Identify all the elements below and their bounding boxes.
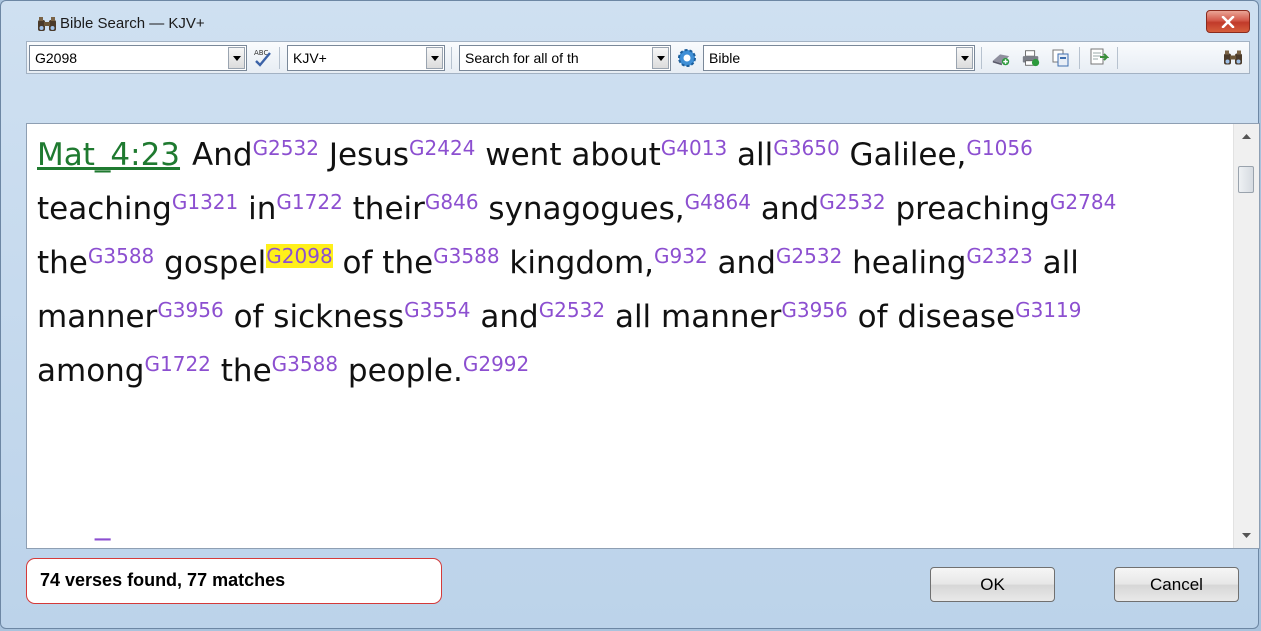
verse-word: synagogues, <box>478 191 685 227</box>
strongs-number[interactable]: G3956 <box>781 298 847 322</box>
verse-word: teaching <box>37 191 172 227</box>
verse-word: of the <box>332 245 434 281</box>
chevron-down-icon <box>1242 533 1251 538</box>
strongs-number[interactable]: G846 <box>425 190 479 214</box>
search-scope-value: Bible <box>709 50 741 66</box>
verse-reference-link[interactable]: Mat_4:23 <box>37 137 180 173</box>
verse-word: among <box>37 353 145 389</box>
strongs-number[interactable]: G3588 <box>88 244 154 268</box>
chevron-down-icon[interactable] <box>228 47 245 69</box>
toolbar-separator <box>451 47 452 69</box>
scroll-down-button[interactable] <box>1234 524 1259 548</box>
strongs-number[interactable]: G1722 <box>276 190 342 214</box>
strongs-number[interactable]: G2424 <box>409 136 475 160</box>
strongs-number[interactable]: G3119 <box>1015 298 1081 322</box>
export-icon[interactable] <box>1089 47 1109 67</box>
scroll-thumb[interactable] <box>1238 166 1254 193</box>
strongs-number[interactable]: G1056 <box>966 136 1032 160</box>
strongs-number[interactable]: G1722 <box>145 352 211 376</box>
search-mode-combo[interactable]: Search for all of th <box>459 45 671 71</box>
toolbar-separator <box>279 47 280 69</box>
strongs-number[interactable]: G2532 <box>253 136 319 160</box>
verse-word: And <box>192 137 253 173</box>
gear-icon[interactable] <box>677 48 697 68</box>
verse-word: healing <box>842 245 967 281</box>
print-icon[interactable] <box>1021 48 1041 68</box>
search-mode-value: Search for all of th <box>465 50 579 66</box>
ok-button[interactable]: OK <box>930 567 1055 602</box>
verse-word: the <box>37 245 88 281</box>
verse-word: and <box>707 245 776 281</box>
verse-word: Jesus <box>318 137 409 173</box>
toolbar-separator <box>1117 47 1118 69</box>
verse-word: of disease <box>847 299 1016 335</box>
chevron-down-icon[interactable] <box>426 47 443 69</box>
window-title: Bible Search — KJV+ <box>60 15 205 32</box>
chevron-down-icon[interactable] <box>652 47 669 69</box>
close-icon <box>1221 15 1235 28</box>
next-verse-reference: Mat_4:23 <box>37 534 180 541</box>
next-verse-peek: Mat_4:23 <box>37 534 1217 548</box>
strongs-number[interactable]: G2532 <box>539 298 605 322</box>
strongs-number[interactable]: G3588 <box>272 352 338 376</box>
chevron-up-icon <box>1242 134 1251 139</box>
search-term-combo[interactable]: G2098 <box>29 45 247 71</box>
verse-text: Mat_4:23 AndG2532 JesusG2424 went aboutG4… <box>37 130 1217 400</box>
cancel-button[interactable]: Cancel <box>1114 567 1239 602</box>
verse-word: all manner <box>605 299 782 335</box>
binoculars-icon <box>38 17 56 31</box>
version-combo[interactable]: KJV+ <box>287 45 445 71</box>
strongs-number[interactable]: G3956 <box>157 298 223 322</box>
binoculars-icon[interactable] <box>1223 48 1243 68</box>
toolbar-separator <box>981 47 982 69</box>
chevron-down-icon[interactable] <box>956 47 973 69</box>
verse-word: went about <box>475 137 661 173</box>
library-icon[interactable] <box>991 48 1011 68</box>
verse-word: their <box>342 191 425 227</box>
verse-word: the <box>210 353 272 389</box>
status-summary: 74 verses found, 77 matches <box>26 558 442 604</box>
bible-search-dialog: Bible Search — KJV+ G2098 ABC KJV+ Searc… <box>0 0 1260 629</box>
spell-check-icon[interactable]: ABC <box>253 47 273 67</box>
results-pane[interactable]: Mat_4:23 AndG2532 JesusG2424 went aboutG4… <box>26 123 1260 549</box>
strongs-number[interactable]: G2992 <box>463 352 529 376</box>
strongs-number[interactable]: G1321 <box>172 190 238 214</box>
verse-word: people. <box>338 353 463 389</box>
verse-word: Galilee, <box>839 137 967 173</box>
verse-word: gospel <box>154 245 267 281</box>
search-term-value: G2098 <box>35 50 78 66</box>
scroll-up-button[interactable] <box>1234 124 1259 148</box>
strongs-number[interactable]: G4864 <box>685 190 751 214</box>
strongs-number[interactable]: G3650 <box>773 136 839 160</box>
verse-tokens: AndG2532 JesusG2424 went aboutG4013 allG… <box>37 136 1116 389</box>
verse-word: and <box>751 191 820 227</box>
strongs-number[interactable]: G3588 <box>433 244 499 268</box>
strongs-number[interactable]: G3554 <box>404 298 470 322</box>
strongs-number[interactable]: G932 <box>654 244 708 268</box>
title-bar: Bible Search — KJV+ <box>1 1 1258 39</box>
verse-word: of sickness <box>223 299 405 335</box>
verse-result: Mat_4:23 AndG2532 JesusG2424 went aboutG4… <box>37 130 1217 400</box>
toolbar-separator <box>1079 47 1080 69</box>
verse-word: preaching <box>885 191 1050 227</box>
verse-word: and <box>470 299 539 335</box>
strongs-number[interactable]: G2532 <box>819 190 885 214</box>
verse-word: all <box>727 137 774 173</box>
strongs-number[interactable]: G2323 <box>966 244 1032 268</box>
strongs-number[interactable]: G2784 <box>1050 190 1116 214</box>
vertical-scrollbar[interactable] <box>1233 124 1259 548</box>
verse-word: kingdom, <box>499 245 655 281</box>
strongs-number[interactable]: G2532 <box>776 244 842 268</box>
toolbar: G2098 ABC KJV+ Search for all of th Bibl… <box>26 41 1250 74</box>
copy-icon[interactable] <box>1051 48 1071 68</box>
version-value: KJV+ <box>293 50 327 66</box>
strongs-number-match[interactable]: G2098 <box>266 244 333 268</box>
search-scope-combo[interactable]: Bible <box>703 45 975 71</box>
strongs-number[interactable]: G4013 <box>661 136 727 160</box>
close-button[interactable] <box>1206 10 1250 33</box>
verse-word: in <box>238 191 277 227</box>
